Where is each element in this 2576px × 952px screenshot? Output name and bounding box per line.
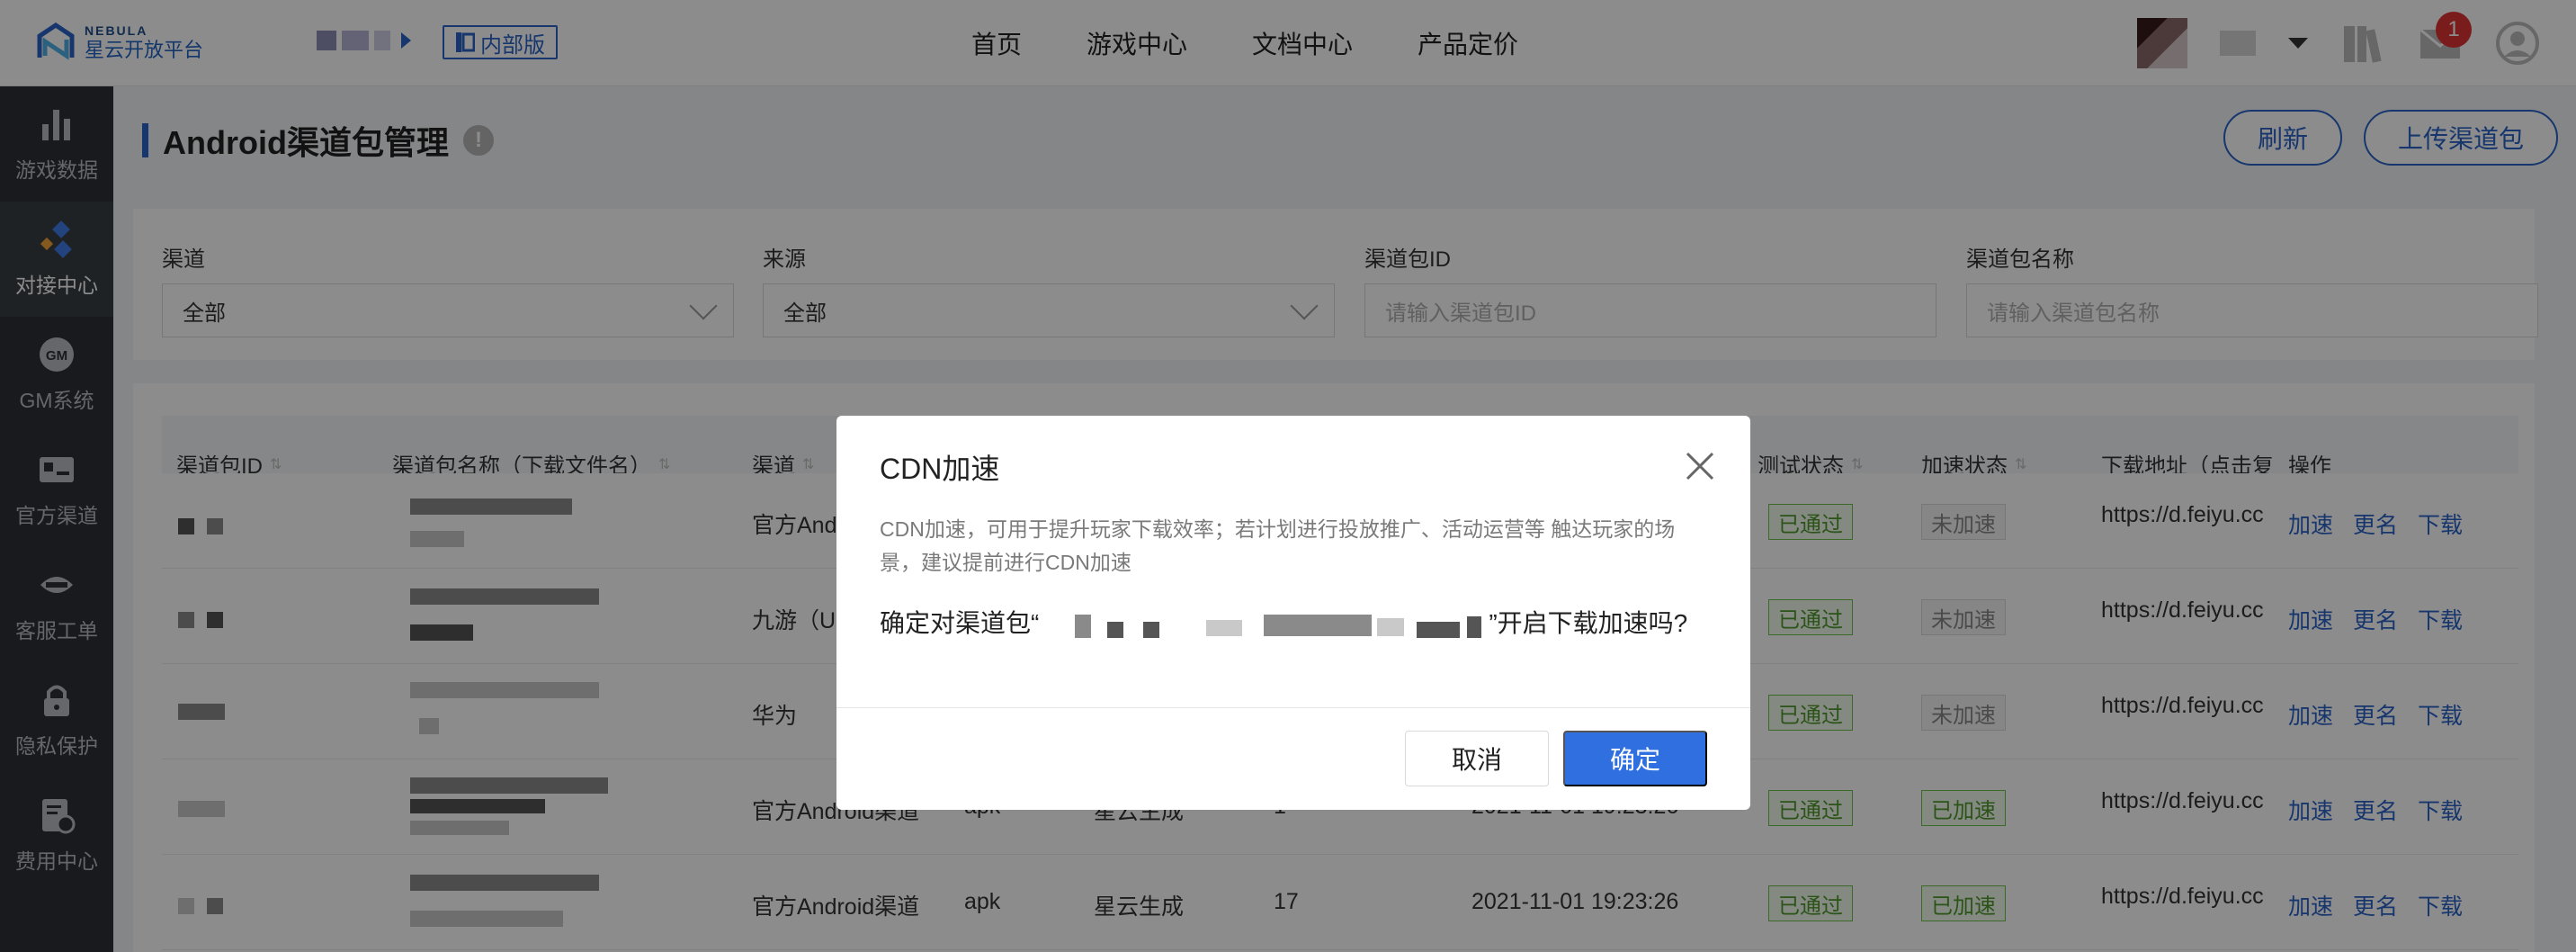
masked-char — [1075, 614, 1092, 638]
masked-char — [1206, 619, 1243, 636]
dialog-title: CDN加速 — [880, 453, 1000, 485]
close-icon[interactable] — [1682, 448, 1718, 484]
dialog-divider — [836, 707, 1750, 708]
confirm-prefix: 确定对渠道包“ — [880, 609, 1040, 637]
masked-char — [1107, 621, 1124, 638]
confirm-button[interactable]: 确定 — [1563, 731, 1707, 786]
confirm-suffix: ”开启下载加速吗? — [1489, 609, 1688, 637]
cdn-confirm-dialog: CDN加速 CDN加速，可用于提升玩家下载效率；若计划进行投放推广、活动运营等 … — [836, 416, 1750, 810]
masked-package-name — [1039, 613, 1489, 638]
masked-char — [1264, 614, 1373, 636]
masked-char — [1377, 617, 1405, 636]
dialog-description: CDN加速，可用于提升玩家下载效率；若计划进行投放推广、活动运营等 触达玩家的场… — [880, 517, 1676, 574]
masked-char — [1417, 621, 1461, 638]
masked-char — [1467, 615, 1482, 638]
masked-char — [1143, 621, 1160, 638]
cancel-button[interactable]: 取消 — [1405, 731, 1549, 786]
dialog-confirm-text: 确定对渠道包“ ”开启下载加速吗? — [880, 605, 1707, 642]
